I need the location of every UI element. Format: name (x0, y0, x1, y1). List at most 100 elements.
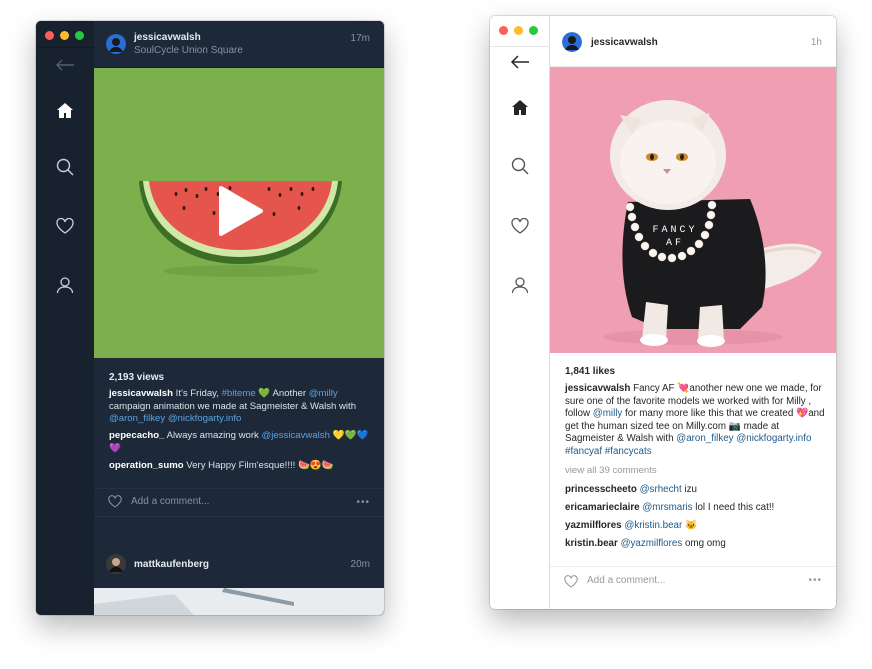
post-time: 17m (350, 33, 370, 44)
post-caption: jessicavwalsh It's Friday, #biteme 💚 Ano… (109, 388, 377, 426)
minimize-window-button[interactable] (514, 26, 523, 35)
post-location[interactable]: SoulCycle Union Square (134, 45, 243, 56)
sidebar (490, 16, 550, 609)
mention-link[interactable]: @srhecht (640, 484, 682, 495)
view-all-comments-link[interactable]: view all 39 comments (565, 465, 657, 476)
mention-link[interactable]: @mrsmaris (642, 502, 692, 513)
mention-link[interactable]: @nickfogarty.info (736, 433, 811, 444)
post-time: 1h (810, 37, 822, 48)
dark-app-window: jessicavwalsh SoulCycle Union Square 17m (36, 21, 384, 615)
comment-text: lol I need this cat!! (692, 502, 775, 513)
play-icon[interactable] (217, 186, 265, 236)
back-arrow-icon (510, 55, 529, 69)
heart-icon (511, 218, 529, 234)
mention-link[interactable]: @jessicavwalsh (262, 430, 330, 441)
search-icon (56, 158, 74, 176)
avatar[interactable] (106, 554, 126, 574)
post-username[interactable]: jessicavwalsh (134, 32, 201, 43)
mention-link[interactable]: @milly (309, 388, 338, 399)
hashtag-link[interactable]: #biteme (222, 388, 256, 399)
divider (490, 46, 550, 47)
nav-activity-button[interactable] (54, 215, 76, 237)
divider (36, 47, 94, 48)
comment-username[interactable]: yazmilflores (565, 520, 622, 531)
caption-username[interactable]: jessicavwalsh (565, 383, 630, 394)
nav-profile-button[interactable] (509, 274, 531, 296)
comment-text: omg omg (682, 538, 726, 549)
mention-link[interactable]: @yazmilflores (621, 538, 683, 549)
add-comment-row: Add a comment... ••• (94, 488, 384, 516)
mention-link[interactable]: @nickfogarty.info (168, 413, 242, 424)
nav-home-button[interactable] (54, 99, 76, 121)
comment-text: Always amazing work (164, 430, 262, 441)
divider (94, 516, 384, 517)
caption-text: campaign animation we made at Sagmeister… (109, 400, 357, 412)
mention-link[interactable]: @milly (593, 408, 623, 419)
like-heart-icon[interactable] (564, 575, 578, 588)
post-header: jessicavwalsh SoulCycle Union Square 17m (94, 21, 384, 68)
user-icon (56, 277, 74, 294)
next-post-image[interactable] (94, 588, 384, 615)
view-count: 2,193 views (109, 372, 165, 383)
next-post-time: 20m (350, 559, 370, 570)
avatar[interactable] (562, 32, 582, 52)
window-controls (499, 26, 538, 35)
post-username[interactable]: jessicavwalsh (591, 37, 658, 48)
home-icon (512, 99, 528, 115)
mention-link[interactable]: @kristin.bear (624, 520, 682, 531)
close-window-button[interactable] (45, 31, 54, 40)
comment-text: izu (681, 484, 697, 495)
comment-text: 🐱 (682, 520, 698, 531)
nav-profile-button[interactable] (54, 274, 76, 296)
user-icon (511, 277, 529, 294)
sidebar (36, 21, 94, 615)
feed: jessicavwalsh 1h FANCY AF 1,841 likes je… (550, 16, 836, 609)
comment: yazmilflores @kristin.bear 🐱 (565, 520, 827, 533)
hashtag-link[interactable]: #fancyaf (565, 446, 602, 457)
next-post-username[interactable]: mattkaufenberg (134, 559, 209, 570)
caption-text: 💚 Another (255, 388, 309, 399)
comment-username[interactable]: operation_sumo (109, 460, 184, 471)
like-heart-icon[interactable] (108, 495, 122, 508)
post-video[interactable] (94, 68, 384, 358)
add-comment-input[interactable]: Add a comment... (131, 496, 209, 507)
hashtag-link[interactable]: #fancycats (605, 446, 652, 457)
heart-icon (56, 218, 74, 234)
window-controls (45, 31, 84, 40)
caption-username[interactable]: jessicavwalsh (109, 388, 173, 399)
comment-username[interactable]: princesscheeto (565, 484, 637, 495)
back-button[interactable] (54, 54, 76, 76)
avatar[interactable] (106, 34, 126, 54)
post-image[interactable]: FANCY AF (550, 67, 836, 353)
nav-search-button[interactable] (509, 155, 531, 177)
add-comment-input[interactable]: Add a comment... (587, 575, 665, 586)
back-button[interactable] (509, 51, 531, 73)
zoom-window-button[interactable] (75, 31, 84, 40)
comment-username[interactable]: ericamarieclaire (565, 502, 640, 513)
comment: princesscheeto @srhecht izu (565, 484, 827, 497)
shirt-text-line: FANCY (652, 225, 698, 236)
nav-home-button[interactable] (509, 96, 531, 118)
comment-username[interactable]: kristin.bear (565, 538, 618, 549)
minimize-window-button[interactable] (60, 31, 69, 40)
close-window-button[interactable] (499, 26, 508, 35)
post-header: jessicavwalsh 1h (550, 16, 836, 67)
more-options-button[interactable]: ••• (808, 575, 822, 586)
mention-link[interactable]: @aron_filkey (676, 433, 733, 444)
comment-username[interactable]: pepecacho_ (109, 430, 164, 441)
shirt-text: FANCY AF (635, 224, 715, 250)
caption-text: It's Friday, (173, 388, 222, 399)
comment: operation_sumo Very Happy Film'esque!!!!… (109, 460, 377, 473)
more-options-button[interactable]: ••• (356, 497, 370, 508)
like-count: 1,841 likes (565, 366, 616, 377)
zoom-window-button[interactable] (529, 26, 538, 35)
comment: ericamarieclaire @mrsmaris lol I need th… (565, 502, 827, 515)
home-icon (57, 102, 73, 118)
comment: kristin.bear @yazmilflores omg omg (565, 538, 827, 551)
comment: pepecacho_ Always amazing work @jessicav… (109, 430, 377, 455)
mention-link[interactable]: @aron_filkey (109, 413, 165, 424)
nav-search-button[interactable] (54, 156, 76, 178)
nav-activity-button[interactable] (509, 215, 531, 237)
light-app-window: jessicavwalsh 1h FANCY AF 1,841 likes je… (490, 16, 836, 609)
back-arrow-icon (56, 59, 74, 71)
